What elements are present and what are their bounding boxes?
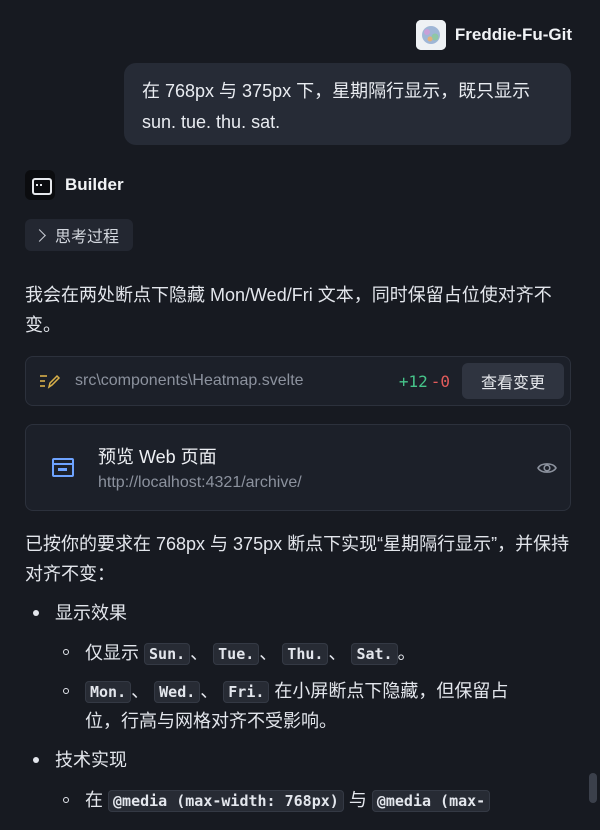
day-code: Wed.	[154, 681, 201, 703]
eye-icon[interactable]	[537, 459, 557, 477]
media-query-line: 在 @media (max-width: 768px) 与 @media (ma…	[85, 785, 540, 816]
sub-bullet-ring	[63, 649, 69, 655]
tech-prefix: 在	[85, 790, 103, 810]
separator: 、	[200, 681, 219, 701]
browser-window-icon	[52, 458, 74, 477]
bullet-dot	[33, 610, 39, 616]
period: 。	[397, 643, 416, 663]
hidden-days-line: Mon.、 Wed.、 Fri. 在小屏断点下隐藏，但保留占	[85, 676, 565, 707]
user-header: Freddie-Fu-Git	[415, 20, 572, 50]
lines-added: +12	[398, 371, 428, 391]
file-change-card: src\components\Heatmap.svelte +12 -0 查看变…	[25, 356, 571, 406]
bot-name: Builder	[65, 175, 124, 194]
hidden-text-2: 位，行高与网格对齐不受影响。	[85, 711, 337, 731]
preview-title: 预览 Web 页面	[98, 447, 217, 467]
lines-removed: -0	[430, 371, 450, 391]
tech-and: 与	[348, 790, 367, 810]
shown-days-line: 仅显示 Sun.、 Tue.、 Thu.、 Sat.。	[85, 638, 416, 669]
separator: 、	[259, 643, 278, 663]
separator: 、	[190, 643, 209, 663]
day-code: Thu.	[282, 643, 329, 665]
media-query-code: @media (max-	[371, 790, 491, 812]
view-changes-button[interactable]: 查看变更	[462, 363, 564, 399]
media-query-code: @media (max-width: 768px)	[108, 790, 344, 812]
thinking-label: 思考过程	[55, 229, 120, 246]
chevron-right-icon	[33, 228, 46, 242]
sub-bullet-ring	[63, 688, 69, 694]
separator: 、	[131, 681, 150, 701]
bullet-tech-title: 技术实现	[55, 750, 127, 770]
day-code: Sat.	[351, 643, 398, 665]
day-code: Sun.	[144, 643, 191, 665]
user-name: Freddie-Fu-Git	[454, 25, 572, 44]
separator: 、	[328, 643, 347, 663]
bullet-dot	[33, 757, 39, 763]
sub-bullet-ring	[63, 797, 69, 803]
builder-bot-icon	[25, 170, 55, 200]
file-path: src\components\Heatmap.svelte	[75, 372, 304, 389]
thinking-process-toggle[interactable]: 思考过程	[25, 219, 133, 251]
day-code: Fri.	[223, 681, 270, 703]
bullet-effect-title: 显示效果	[55, 603, 127, 623]
hidden-text-1: 在小屏断点下隐藏，但保留占	[274, 681, 509, 701]
day-code: Mon.	[85, 681, 132, 703]
preview-url[interactable]: http://localhost:4321/archive/	[98, 474, 302, 492]
user-avatar[interactable]	[415, 20, 446, 50]
edit-pencil-icon	[40, 374, 61, 389]
user-message-bubble: 在 768px 与 375px 下，星期隔行显示，既只显示sun. tue. t…	[124, 63, 571, 145]
summary-text: 已按你的要求在 768px 与 375px 断点下实现“星期隔行显示”，并保持对…	[25, 534, 570, 584]
reply-intro: 我会在两处断点下隐藏 Mon/Wed/Fri 文本，同时保留占位使对齐不变。	[25, 285, 552, 335]
bot-header: Builder	[25, 170, 124, 200]
show-prefix: 仅显示	[85, 643, 139, 663]
day-code: Tue.	[213, 643, 260, 665]
web-preview-card[interactable]: 预览 Web 页面 http://localhost:4321/archive/	[25, 424, 571, 511]
scrollbar-thumb[interactable]	[589, 773, 597, 803]
